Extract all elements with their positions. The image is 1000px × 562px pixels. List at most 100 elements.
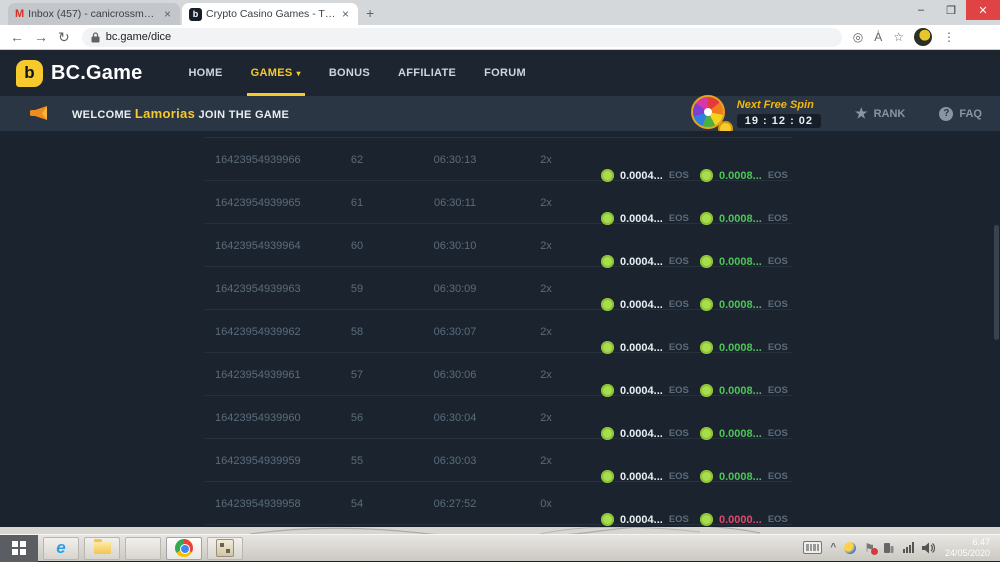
- table-row[interactable]: 16423954939966 62 06:30:13 2x 0.0004... …: [205, 138, 792, 181]
- translate-icon[interactable]: Ȧ: [874, 30, 882, 44]
- payout-amount: 0.0000...: [719, 514, 762, 526]
- payout-multiplier: 2x: [531, 455, 561, 467]
- payout-multiplier: 2x: [531, 412, 561, 424]
- address-bar[interactable]: bc.game/dice: [82, 28, 842, 47]
- payout-amount: 0.0008...: [719, 170, 762, 182]
- nav-forum[interactable]: FORUM: [484, 50, 526, 96]
- roll-result: 59: [342, 283, 372, 295]
- next-free-spin-label: Next Free Spin: [737, 99, 821, 111]
- table-row[interactable]: 16423954939965 61 06:30:11 2x 0.0004... …: [205, 181, 792, 224]
- volume-icon[interactable]: [922, 542, 935, 554]
- nav-home[interactable]: HOME: [188, 50, 222, 96]
- payout-amount: 0.0008...: [719, 342, 762, 354]
- maximize-button[interactable]: ❐: [936, 0, 966, 20]
- network-signal-icon[interactable]: [902, 542, 914, 553]
- bet-id: 16423954939965: [215, 197, 301, 209]
- bet-time: 06:27:52: [420, 498, 490, 510]
- table-row[interactable]: 16423954939963 59 06:30:09 2x 0.0004... …: [205, 267, 792, 310]
- clock-date: 24/05/2020: [945, 548, 990, 558]
- table-row[interactable]: 16423954939961 57 06:30:06 2x 0.0004... …: [205, 353, 792, 396]
- minimize-button[interactable]: –: [906, 0, 936, 20]
- payout-multiplier: 2x: [531, 240, 561, 252]
- roll-result: 62: [342, 154, 372, 166]
- roll-result: 60: [342, 240, 372, 252]
- bet-time: 06:30:11: [420, 197, 490, 209]
- nav-bonus[interactable]: BONUS: [329, 50, 370, 96]
- eos-coin-icon: [700, 513, 713, 526]
- bet-amount: 0.0004...: [620, 514, 663, 526]
- payout-currency: EOS: [768, 471, 788, 482]
- chrome-menu-icon[interactable]: ⋮: [943, 30, 955, 44]
- chevron-down-icon: ▾: [296, 69, 300, 78]
- payout-currency: EOS: [768, 342, 788, 353]
- bet-currency: EOS: [669, 299, 689, 310]
- url-text: bc.game/dice: [106, 31, 171, 43]
- table-row[interactable]: 16423954939960 56 06:30:04 2x 0.0004... …: [205, 396, 792, 439]
- payout-multiplier: 2x: [531, 283, 561, 295]
- tab-close-icon[interactable]: ×: [162, 7, 173, 21]
- rank-link[interactable]: ★ RANK: [855, 105, 905, 122]
- star-icon: ★: [855, 105, 868, 122]
- site-title: BC.Game: [51, 62, 142, 85]
- faq-link[interactable]: ? FAQ: [939, 107, 982, 121]
- tray-device-icon[interactable]: [883, 542, 894, 554]
- taskbar-ie[interactable]: e: [43, 537, 79, 560]
- clock[interactable]: 6:47 24/05/2020: [945, 537, 990, 559]
- hidden-icons-button[interactable]: ^: [830, 542, 836, 553]
- bet-amount: 0.0004...: [620, 170, 663, 182]
- browser-profile-avatar[interactable]: [914, 28, 932, 46]
- bcgame-logo[interactable]: b BC.Game: [16, 60, 142, 87]
- bet-currency: EOS: [669, 471, 689, 482]
- tab-bcgame[interactable]: b Crypto Casino Games - The 8 Be ×: [182, 3, 358, 25]
- close-button[interactable]: ✕: [966, 0, 1000, 20]
- free-spin-wheel-icon[interactable]: [691, 95, 731, 135]
- next-free-spin[interactable]: Next Free Spin 19 : 12 : 02: [737, 99, 821, 129]
- scrollbar-thumb[interactable]: [994, 225, 999, 340]
- window-controls: – ❐ ✕: [906, 0, 1000, 20]
- taskbar-file-explorer[interactable]: [84, 537, 120, 560]
- bet-currency: EOS: [669, 514, 689, 525]
- payout-currency: EOS: [768, 213, 788, 224]
- welcome-banner: WELCOME Lamorias JOIN THE GAME Next Free…: [0, 96, 1000, 131]
- taskbar-app-slot[interactable]: [125, 537, 161, 560]
- table-row[interactable]: 16423954939962 58 06:30:07 2x 0.0004... …: [205, 310, 792, 353]
- payout-multiplier: 2x: [531, 154, 561, 166]
- bet-amount: 0.0004...: [620, 342, 663, 354]
- nav-games[interactable]: GAMES ▾: [251, 50, 301, 96]
- roll-result: 58: [342, 326, 372, 338]
- main-nav: HOME GAMES ▾ BONUS AFFILIATE FORUM: [174, 50, 540, 96]
- extension-target-icon[interactable]: ◎: [853, 30, 863, 44]
- game-history-panel: 16423954939966 62 06:30:13 2x 0.0004... …: [0, 131, 1000, 527]
- roll-result: 57: [342, 369, 372, 381]
- bet-currency: EOS: [669, 385, 689, 396]
- bet-amount: 0.0004...: [620, 471, 663, 483]
- payout-currency: EOS: [768, 256, 788, 267]
- tray-app-icon[interactable]: [844, 542, 856, 554]
- tab-title: Crypto Casino Games - The 8 Be: [206, 8, 336, 20]
- start-button[interactable]: [0, 535, 38, 562]
- table-row[interactable]: 16423954939958 54 06:27:52 0x 0.0004... …: [205, 482, 792, 525]
- forward-icon[interactable]: →: [34, 29, 48, 45]
- tab-close-icon[interactable]: ×: [340, 7, 351, 21]
- tab-gmail[interactable]: M Inbox (457) - canicrossmaxx@gm ×: [8, 3, 180, 25]
- table-row[interactable]: 16423954939964 60 06:30:10 2x 0.0004... …: [205, 224, 792, 267]
- new-tab-button[interactable]: +: [366, 5, 374, 21]
- nav-affiliate[interactable]: AFFILIATE: [398, 50, 456, 96]
- bookmark-star-icon[interactable]: ☆: [893, 30, 904, 44]
- bet-time: 06:30:03: [420, 455, 490, 467]
- table-row[interactable]: 16423954939959 55 06:30:03 2x 0.0004... …: [205, 439, 792, 482]
- sketch-lines: [0, 527, 1000, 534]
- gmail-icon: M: [15, 8, 24, 20]
- touch-keyboard-icon[interactable]: [803, 541, 822, 554]
- bet-time: 06:30:09: [420, 283, 490, 295]
- reload-icon[interactable]: ↻: [58, 29, 70, 46]
- back-icon[interactable]: ←: [10, 29, 24, 45]
- action-center-flag-icon[interactable]: ⚑: [864, 541, 875, 555]
- payout-currency: EOS: [768, 170, 788, 181]
- bet-id: 16423954939959: [215, 455, 301, 467]
- taskbar-game-app[interactable]: [207, 537, 243, 560]
- taskbar-chrome[interactable]: [166, 537, 202, 560]
- lock-icon: [91, 32, 100, 43]
- bet-currency: EOS: [669, 342, 689, 353]
- internet-explorer-icon: e: [56, 538, 65, 558]
